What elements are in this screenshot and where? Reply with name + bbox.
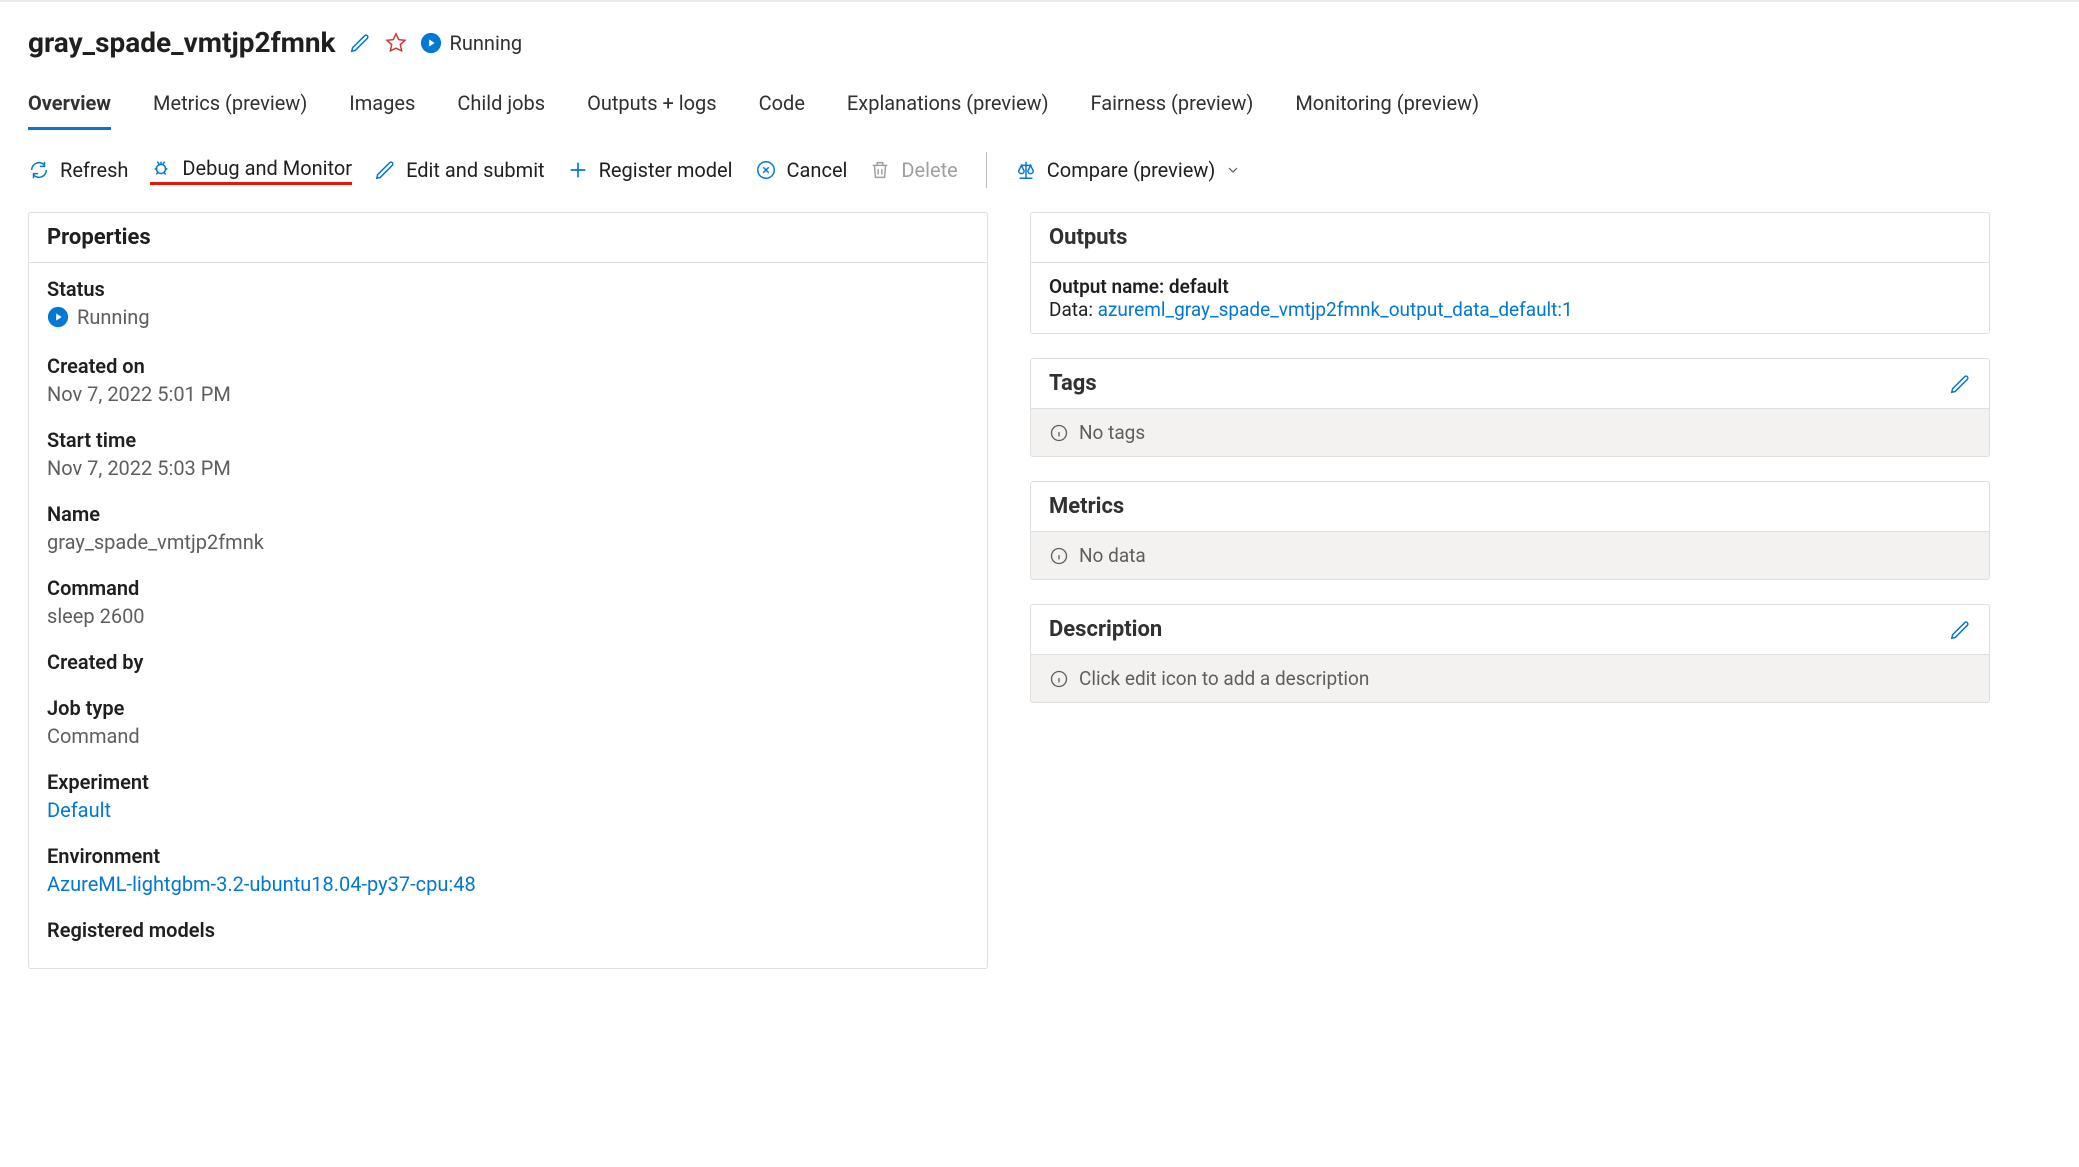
environment-link[interactable]: AzureML-lightgbm-3.2-ubuntu18.04-py37-cp…	[47, 872, 969, 896]
play-icon	[47, 306, 69, 328]
content-scroll[interactable]: Properties Status Running Created on Nov…	[28, 208, 2051, 1167]
header-status-label: Running	[450, 31, 523, 55]
outputs-title: Outputs	[1049, 225, 1127, 250]
edit-name-icon[interactable]	[348, 31, 372, 55]
favorite-star-icon[interactable]	[384, 31, 408, 55]
outputs-card: Outputs Output name: default Data: azure…	[1030, 212, 1990, 334]
debug-monitor-button[interactable]: Debug and Monitor	[150, 156, 352, 185]
tab-code[interactable]: Code	[759, 83, 805, 130]
environment-label: Environment	[47, 844, 969, 868]
properties-title: Properties	[47, 225, 151, 250]
description-card: Description Click edit icon to add a des…	[1030, 604, 1990, 703]
metrics-card: Metrics No data	[1030, 481, 1990, 580]
command-value: sleep 2600	[47, 604, 969, 628]
created-on-label: Created on	[47, 354, 969, 378]
tab-overview[interactable]: Overview	[28, 83, 111, 130]
edit-description-icon[interactable]	[1949, 619, 1971, 641]
description-empty-text: Click edit icon to add a description	[1079, 667, 1369, 690]
experiment-label: Experiment	[47, 770, 969, 794]
description-title: Description	[1049, 617, 1162, 642]
status-value-row: Running	[47, 305, 150, 329]
title-bar: gray_spade_vmtjp2fmnk Running	[28, 18, 2051, 71]
tab-child-jobs[interactable]: Child jobs	[457, 83, 545, 130]
tab-images[interactable]: Images	[349, 83, 415, 130]
tags-title: Tags	[1049, 371, 1097, 396]
action-toolbar: Refresh Debug and Monitor Edit and submi…	[28, 130, 2051, 208]
output-data-link[interactable]: azureml_gray_spade_vmtjp2fmnk_output_dat…	[1098, 298, 1573, 321]
toolbar-separator	[986, 152, 987, 188]
cancel-button[interactable]: Cancel	[755, 158, 848, 182]
properties-card: Properties Status Running Created on Nov…	[28, 212, 988, 969]
created-by-label: Created by	[47, 650, 969, 674]
trash-icon	[869, 159, 891, 181]
output-data-prefix: Data:	[1049, 298, 1098, 321]
info-icon	[1049, 669, 1069, 689]
registered-models-label: Registered models	[47, 918, 969, 942]
job-type-label: Job type	[47, 696, 969, 720]
info-icon	[1049, 546, 1069, 566]
edit-tags-icon[interactable]	[1949, 373, 1971, 395]
metrics-empty-text: No data	[1079, 544, 1146, 567]
metrics-title: Metrics	[1049, 494, 1124, 519]
start-time-label: Start time	[47, 428, 969, 452]
bug-icon	[150, 157, 172, 179]
created-on-value: Nov 7, 2022 5:01 PM	[47, 382, 969, 406]
page-title: gray_spade_vmtjp2fmnk	[28, 26, 336, 59]
edit-submit-button[interactable]: Edit and submit	[374, 158, 545, 182]
refresh-icon	[28, 159, 50, 181]
start-time-value: Nov 7, 2022 5:03 PM	[47, 456, 969, 480]
experiment-link[interactable]: Default	[47, 798, 969, 822]
tab-outputs-logs[interactable]: Outputs + logs	[587, 83, 717, 130]
play-icon	[420, 32, 442, 54]
compare-button[interactable]: Compare (preview)	[1015, 158, 1242, 182]
status-value: Running	[77, 305, 150, 329]
tags-empty-text: No tags	[1079, 421, 1145, 444]
output-name: Output name: default	[1049, 275, 1971, 298]
register-model-button[interactable]: Register model	[567, 158, 733, 182]
delete-button: Delete	[869, 158, 957, 182]
tab-fairness[interactable]: Fairness (preview)	[1091, 83, 1254, 130]
refresh-button[interactable]: Refresh	[28, 158, 128, 182]
job-type-value: Command	[47, 724, 969, 748]
info-icon	[1049, 423, 1069, 443]
chevron-down-icon	[1225, 162, 1241, 178]
output-data-row: Data: azureml_gray_spade_vmtjp2fmnk_outp…	[1049, 298, 1971, 321]
tab-metrics[interactable]: Metrics (preview)	[153, 83, 307, 130]
status-label: Status	[47, 277, 969, 301]
command-label: Command	[47, 576, 969, 600]
right-column: Outputs Output name: default Data: azure…	[1030, 212, 1990, 969]
scales-icon	[1015, 159, 1037, 181]
tab-monitoring[interactable]: Monitoring (preview)	[1295, 83, 1479, 130]
name-label: Name	[47, 502, 969, 526]
header-status: Running	[420, 31, 523, 55]
cancel-icon	[755, 159, 777, 181]
pencil-icon	[374, 159, 396, 181]
plus-icon	[567, 159, 589, 181]
tab-explanations[interactable]: Explanations (preview)	[847, 83, 1049, 130]
tab-bar: Overview Metrics (preview) Images Child …	[28, 71, 2051, 130]
tags-card: Tags No tags	[1030, 358, 1990, 457]
name-value: gray_spade_vmtjp2fmnk	[47, 530, 969, 554]
